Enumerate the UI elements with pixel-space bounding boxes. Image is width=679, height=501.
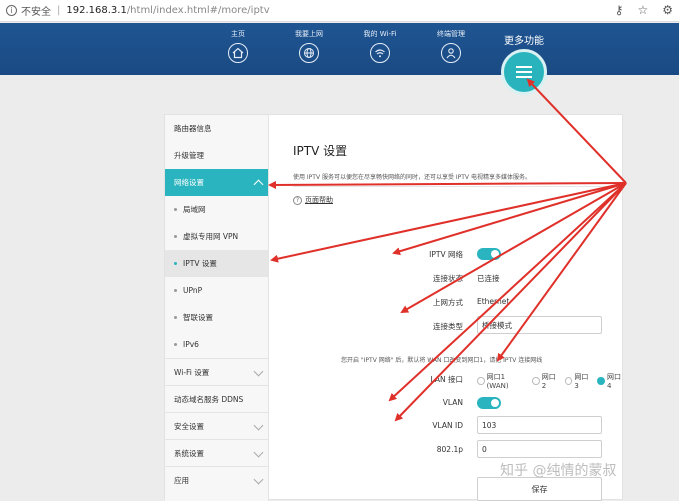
checkbox-checked-icon <box>597 377 605 385</box>
dot1p-label: 802.1p <box>436 445 463 454</box>
watermark: 知乎 @纯情的蒙叔 <box>500 463 617 479</box>
url-path[interactable]: /html/index.html#/more/iptv <box>127 5 270 16</box>
page-description: 使用 IPTV 服务可以便您在尽享畅快网络的同时，还可以享受 IPTV 电视精享… <box>293 174 531 181</box>
lan-port-4[interactable]: 网口4 <box>597 372 624 390</box>
sidebar-item-wifi[interactable]: Wi-Fi 设置 <box>165 358 268 385</box>
chevron-up-icon <box>253 179 264 190</box>
nav-wifi-label: 我的 Wi-Fi <box>363 30 397 38</box>
bullet-icon <box>174 289 177 292</box>
key-icon[interactable]: ⚷ <box>615 3 624 17</box>
vlan-toggle[interactable] <box>477 397 501 409</box>
nav-home[interactable]: 主页 <box>208 29 268 63</box>
bullet-icon <box>174 208 177 211</box>
sidebar-item-system[interactable]: 系统设置 <box>165 439 268 466</box>
chevron-down-icon <box>253 366 264 377</box>
sidebar-item-vpn[interactable]: 虚拟专用网 VPN <box>165 223 268 250</box>
checkbox-icon <box>532 377 540 385</box>
vlan-label: VLAN <box>442 398 463 407</box>
lan-port-2[interactable]: 网口2 <box>532 372 559 390</box>
vlan-id-label: VLAN ID <box>432 421 463 430</box>
sidebar-item-router-info[interactable]: 路由器信息 <box>165 115 268 142</box>
sidebar-item-ipv6[interactable]: IPv6 <box>165 331 268 358</box>
user-icon[interactable] <box>441 43 461 63</box>
uplink-value: Ethernet <box>477 297 510 306</box>
chevron-down-icon <box>253 447 264 458</box>
nav-internet-label: 我要上网 <box>295 30 323 38</box>
help-icon: ? <box>293 195 302 205</box>
bullet-icon <box>174 343 177 346</box>
browser-tools: ⚷ ☆ ⚙ <box>615 3 673 17</box>
sidebar-item-lan[interactable]: 局域网 <box>165 196 268 223</box>
sidebar-item-network[interactable]: 网络设置 <box>165 169 268 196</box>
lan-port-3[interactable]: 网口3 <box>564 372 592 390</box>
chevron-down-icon <box>253 474 264 485</box>
status-label: 连接状态 <box>433 274 463 283</box>
lan-port-1[interactable]: 网口1 (WAN) <box>477 372 526 390</box>
sidebar-item-ddns[interactable]: 动态域名服务 DDNS <box>165 385 268 412</box>
nav-wifi[interactable]: 我的 Wi-Fi <box>350 29 410 63</box>
sidebar-item-iptv[interactable]: IPTV 设置 <box>165 250 268 277</box>
address-bar[interactable]: i 不安全 | 192.168.3.1 /html/index.html#/mo… <box>0 0 679 22</box>
wifi-icon[interactable] <box>370 43 390 63</box>
home-icon[interactable] <box>228 43 248 63</box>
nav-devices-label: 终端管理 <box>437 30 465 38</box>
status-value: 已连接 <box>477 274 500 283</box>
checkbox-icon <box>564 377 573 385</box>
bullet-icon <box>174 235 177 238</box>
star-icon[interactable]: ☆ <box>637 3 648 17</box>
nav-more-label[interactable]: 更多功能 <box>494 32 554 47</box>
bullet-icon <box>174 262 177 265</box>
iptv-network-label: IPTV 网络 <box>429 250 463 259</box>
sidebar: 路由器信息 升级管理 网络设置 局域网 虚拟专用网 VPN IPTV 设置 UP… <box>165 115 269 501</box>
vlan-id-input[interactable]: 103 <box>477 416 602 434</box>
help-link-label: 页面帮助 <box>305 196 333 204</box>
bullet-icon <box>174 316 177 319</box>
nav-home-label: 主页 <box>231 30 245 38</box>
divider <box>293 186 615 187</box>
iptv-settings-content: IPTV 设置 使用 IPTV 服务可以便您在尽享畅快网络的同时，还可以享受 I… <box>270 115 624 501</box>
page-title: IPTV 设置 <box>293 144 348 158</box>
sidebar-item-upgrade[interactable]: 升级管理 <box>165 142 268 169</box>
info-icon[interactable]: i <box>6 5 17 16</box>
insecure-label: 不安全 <box>21 7 51 18</box>
iptv-note: 您开启 "IPTV 网络" 后，默认将 WAN 口改变到网口1，请把 IPTV … <box>341 357 543 364</box>
sidebar-item-security[interactable]: 安全设置 <box>165 412 268 439</box>
url-host[interactable]: 192.168.3.1 <box>66 5 126 16</box>
sidebar-item-apps[interactable]: 应用 <box>165 466 268 493</box>
lan-port-label: LAN 接口 <box>430 375 463 384</box>
address-separator: | <box>57 5 61 16</box>
nav-devices[interactable]: 终端管理 <box>421 29 481 63</box>
settings-icon[interactable]: ⚙ <box>662 3 673 17</box>
settings-panel: 路由器信息 升级管理 网络设置 局域网 虚拟专用网 VPN IPTV 设置 UP… <box>164 114 624 501</box>
sidebar-item-upnp[interactable]: UPnP <box>165 277 268 304</box>
sidebar-item-smart[interactable]: 智联设置 <box>165 304 268 331</box>
nav-internet[interactable]: 我要上网 <box>279 29 339 63</box>
conn-type-select[interactable]: 桥接模式 <box>477 316 602 334</box>
top-nav: 主页 我要上网 我的 Wi-Fi 终端管理 更多功能 <box>0 23 679 75</box>
dot1p-input[interactable]: 0 <box>477 440 602 458</box>
help-link[interactable]: ? 页面帮助 <box>293 195 333 205</box>
save-button[interactable]: 保存 <box>477 477 602 501</box>
conn-type-label: 连接类型 <box>433 322 463 331</box>
chevron-down-icon <box>253 420 264 431</box>
menu-icon[interactable] <box>501 49 547 95</box>
checkbox-icon <box>477 377 485 385</box>
globe-icon[interactable] <box>299 43 319 63</box>
iptv-network-toggle[interactable] <box>477 248 501 260</box>
uplink-label: 上网方式 <box>433 298 463 307</box>
lan-port-options: 网口1 (WAN) 网口2 网口3 网口4 <box>477 372 624 390</box>
